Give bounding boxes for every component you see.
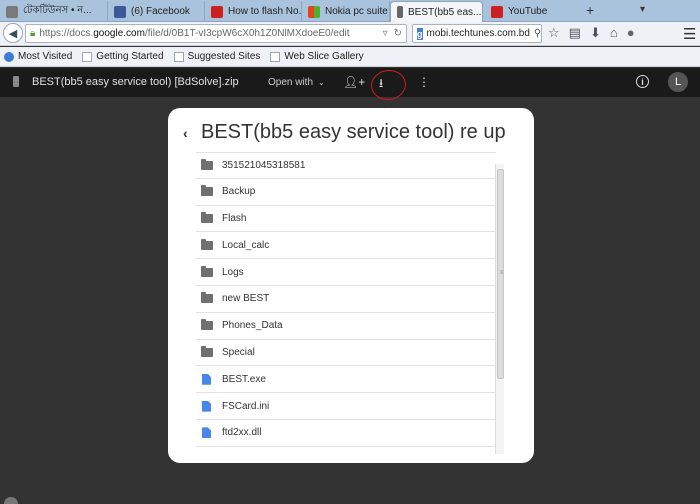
panel-title: BEST(bb5 easy service tool) re upload xyxy=(201,121,506,143)
avatar[interactable]: L xyxy=(668,72,688,92)
list-item[interactable]: Phones_Data xyxy=(196,313,496,340)
list-item[interactable]: Flash xyxy=(196,206,496,233)
list-item[interactable]: new BEST xyxy=(196,286,496,313)
facebook-favicon-icon xyxy=(114,5,126,18)
gear-icon xyxy=(4,51,14,62)
bookmark-most-visited[interactable]: Most Visited xyxy=(4,51,72,62)
list-item[interactable]: Backup xyxy=(196,179,496,206)
back-button[interactable]: ◀ xyxy=(3,23,23,43)
folder-icon xyxy=(201,345,213,357)
open-with-button[interactable]: Open with ⌄ xyxy=(268,77,325,88)
list-item[interactable]: BEST.exe xyxy=(196,366,496,394)
list-item[interactable]: 351521045318581 xyxy=(196,152,496,179)
file-list: 351521045318581 Backup Flash Local_calc … xyxy=(196,152,496,447)
list-item[interactable]: Special xyxy=(196,340,496,367)
tab-bar: টেকটিউনস • ন... (6) Facebook How to flas… xyxy=(0,0,700,22)
search-icon[interactable]: ⚲ xyxy=(534,28,541,39)
home-icon[interactable]: ⌂ xyxy=(610,25,618,41)
tab-techtunes[interactable]: টেকটিউনস • ন... xyxy=(0,1,108,22)
download-toolbar-icon[interactable]: ⬇ xyxy=(590,25,601,41)
bookmark-web-slice-gallery[interactable]: Web Slice Gallery xyxy=(270,51,364,62)
bookmarks-bar: Most Visited Getting Started Suggested S… xyxy=(0,47,700,67)
tab-label: How to flash No... xyxy=(228,6,302,17)
tab-label: Nokia pc suite - ... xyxy=(325,6,389,17)
dropdown-arrow-icon[interactable]: ▿ xyxy=(383,28,388,39)
nav-bar: ◀ 🔒︎ https://docs.google.com/file/d/0B1T… xyxy=(0,22,700,46)
search-value: mobi.techtunes.com.bd xyxy=(426,28,530,39)
lock-icon: 🔒︎ xyxy=(30,28,36,39)
zip-file-icon xyxy=(13,76,19,87)
youtube-favicon-icon xyxy=(211,5,223,18)
chevron-left-icon[interactable]: ‹ xyxy=(183,125,188,141)
google-search-icon: g xyxy=(417,27,423,40)
bookmark-getting-started[interactable]: Getting Started xyxy=(82,51,164,62)
chevron-down-icon: ⌄ xyxy=(318,78,325,87)
windows-favicon-icon xyxy=(308,5,320,18)
add-person-icon[interactable]: 👤︎+ xyxy=(343,75,365,89)
search-bar[interactable]: g mobi.techtunes.com.bd ⚲ xyxy=(412,24,542,43)
folder-icon xyxy=(201,292,213,304)
info-icon[interactable]: i xyxy=(636,75,649,88)
techtunes-favicon-icon xyxy=(6,5,18,18)
file-icon xyxy=(202,427,211,439)
page-icon xyxy=(82,51,93,62)
addon-icon[interactable]: ● xyxy=(627,25,635,41)
reader-icon[interactable]: ▤ xyxy=(569,25,581,41)
menu-hamburger-icon[interactable]: ☰ xyxy=(683,25,696,43)
bookmark-suggested-sites[interactable]: Suggested Sites xyxy=(173,51,260,62)
youtube-favicon-icon xyxy=(491,5,503,18)
tab-how-to-flash[interactable]: How to flash No... xyxy=(205,1,302,22)
list-item[interactable]: ftd2xx.dll xyxy=(196,420,496,447)
file-icon xyxy=(202,400,211,412)
tab-list-chevron-icon[interactable]: ▾ xyxy=(640,4,645,15)
file-icon xyxy=(202,373,211,385)
folder-icon xyxy=(201,185,213,197)
tab-facebook[interactable]: (6) Facebook xyxy=(108,1,205,22)
tab-best-active[interactable]: BEST(bb5 eas... ✕ xyxy=(390,1,483,22)
folder-icon xyxy=(201,265,213,277)
reload-icon[interactable]: ↻ xyxy=(394,28,402,39)
new-tab-button[interactable]: + xyxy=(586,2,594,18)
page-icon xyxy=(173,51,184,62)
scrollbar[interactable]: ≡ xyxy=(495,164,504,454)
folder-icon xyxy=(201,238,213,250)
url-text: https://docs.google.com/file/d/0B1T-vI3c… xyxy=(39,28,350,39)
status-circle-icon xyxy=(4,497,18,504)
grip-icon: ≡ xyxy=(499,270,504,276)
folder-icon xyxy=(201,158,213,170)
tab-label: YouTube xyxy=(508,6,548,17)
drive-favicon-icon xyxy=(397,6,403,18)
list-item[interactable]: FSCard.ini xyxy=(196,393,496,420)
tab-label: BEST(bb5 eas... xyxy=(408,6,482,18)
url-bar[interactable]: 🔒︎ https://docs.google.com/file/d/0B1T-v… xyxy=(25,24,407,43)
folder-icon xyxy=(201,319,213,331)
page-icon xyxy=(270,51,281,62)
viewer-toolbar: BEST(bb5 easy service tool) [BdSolve].zi… xyxy=(0,68,700,97)
zip-content-panel: ‹ BEST(bb5 easy service tool) re upload … xyxy=(168,108,534,463)
tab-label: (6) Facebook xyxy=(131,6,190,17)
file-title: BEST(bb5 easy service tool) [BdSolve].zi… xyxy=(32,76,239,88)
tab-youtube[interactable]: YouTube xyxy=(485,1,575,22)
bookmark-star-icon[interactable]: ☆ xyxy=(548,25,560,41)
scroll-thumb[interactable]: ≡ xyxy=(497,169,504,379)
back-arrow-icon: ◀ xyxy=(8,27,18,40)
list-item[interactable]: Local_calc xyxy=(196,232,496,260)
list-item[interactable]: Logs xyxy=(196,259,496,286)
more-options-icon[interactable]: ⋮ xyxy=(418,75,430,89)
tab-nokia-pc-suite[interactable]: Nokia pc suite - ... xyxy=(302,1,390,22)
tab-label: টেকটিউনস • ন... xyxy=(23,5,92,16)
folder-icon xyxy=(201,211,213,223)
